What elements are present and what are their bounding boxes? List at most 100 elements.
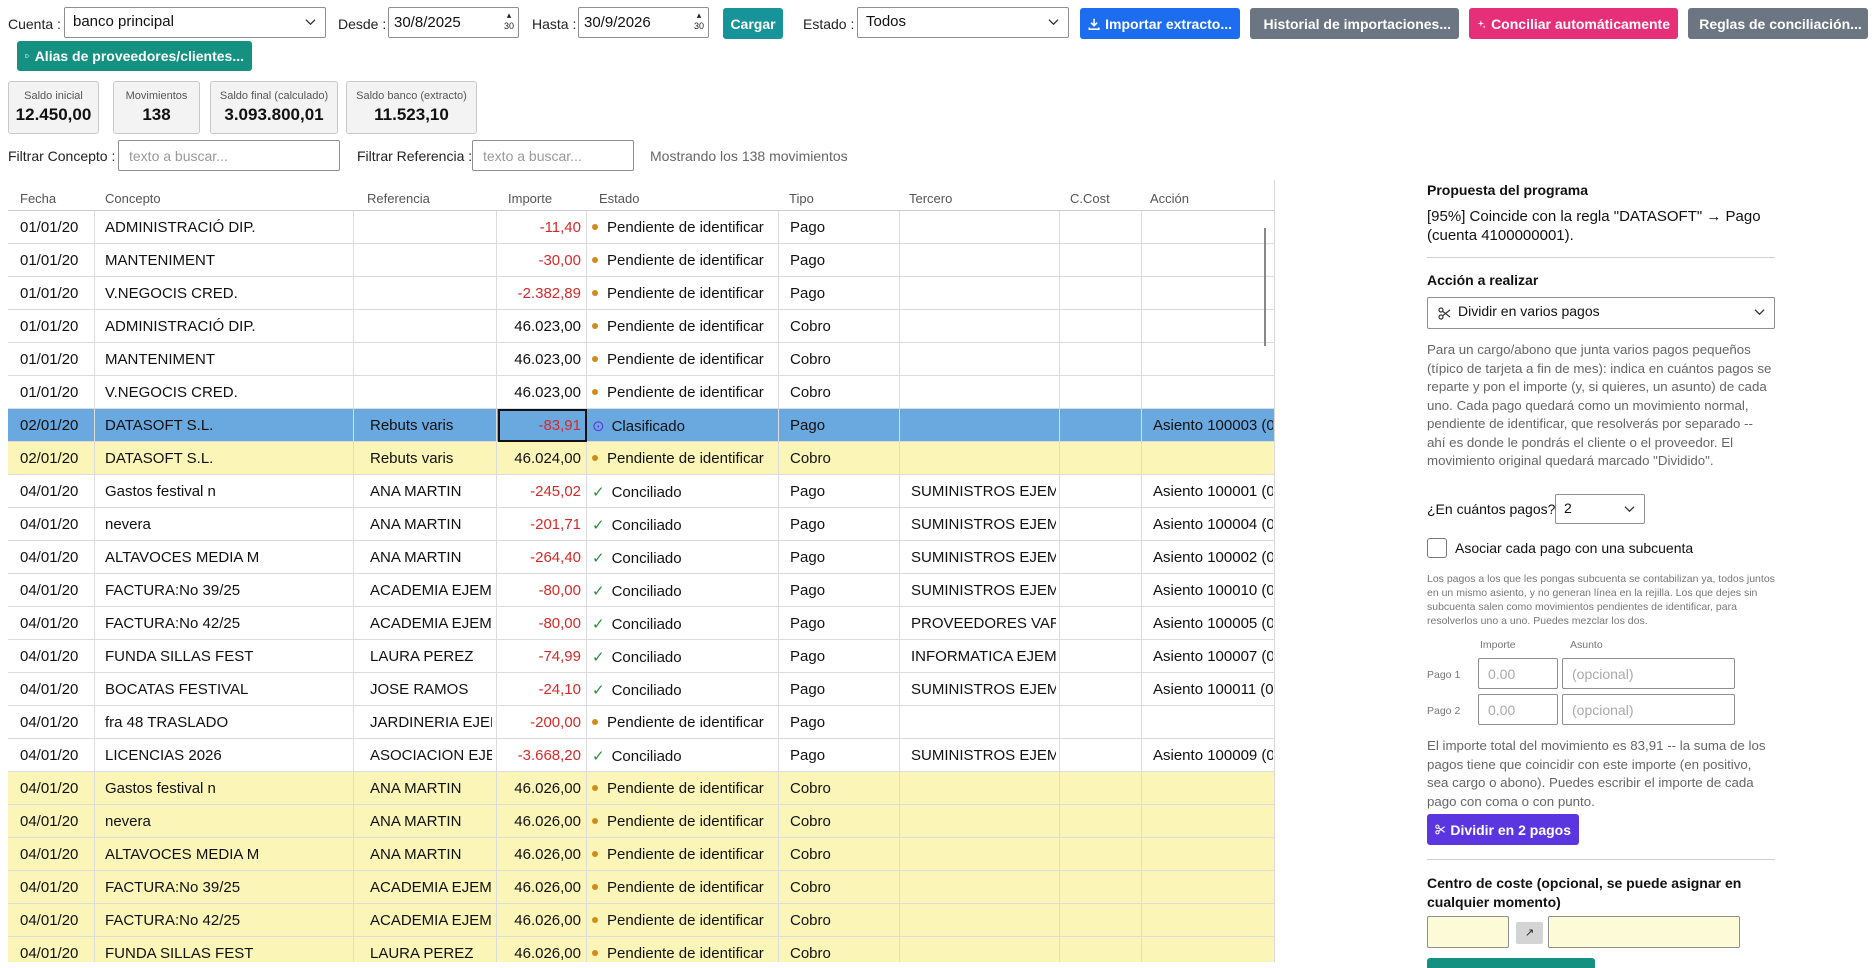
centro-coste-code-input[interactable]: [1427, 916, 1509, 948]
table-row[interactable]: 01/01/20 MANTENIMENT 46.023,00 Pendiente de…: [8, 343, 1274, 376]
column-divider: [496, 772, 497, 804]
table-row[interactable]: 04/01/20 fra 48 TRASLADO JARDINERIA EJEM -2…: [8, 706, 1274, 739]
col-accion[interactable]: Acción: [1150, 191, 1189, 206]
column-divider: [899, 805, 900, 837]
column-divider: [353, 607, 354, 639]
table-row[interactable]: 04/01/20 FACTURA:No 39/25 ACADEMIA EJEMPL -…: [8, 574, 1274, 607]
cell-estado: Pendiente de identificar: [592, 846, 774, 863]
table-scrollbar[interactable]: [1264, 228, 1266, 346]
column-divider: [899, 607, 900, 639]
column-divider: [586, 475, 587, 507]
pending-dot-icon: [592, 851, 598, 858]
table-row[interactable]: 01/01/20 V.NEGOCIS CRED. 46.023,00 Pendient…: [8, 376, 1274, 409]
col-fecha[interactable]: Fecha: [20, 191, 56, 206]
column-divider: [496, 574, 497, 606]
cell-tipo: Pago: [790, 582, 826, 599]
pago2-asunto-input[interactable]: (opcional): [1562, 694, 1735, 725]
table-row[interactable]: 04/01/20 FACTURA:No 42/25 ACADEMIA EJEMPL -…: [8, 607, 1274, 640]
table-row[interactable]: 04/01/20 nevera ANA MARTIN 46.026,00 Pendien…: [8, 805, 1274, 838]
col-ccost[interactable]: C.Cost: [1070, 191, 1110, 206]
hasta-date-input[interactable]: 30/9/2026 ▴ 30: [578, 7, 709, 38]
col-importe[interactable]: Importe: [508, 191, 552, 206]
cuantos-select[interactable]: 2: [1555, 494, 1645, 524]
column-divider: [353, 772, 354, 804]
column-divider: [778, 838, 779, 870]
accion-select[interactable]: Dividir en varios pagos: [1427, 297, 1775, 329]
cell-accion: Asiento 100001 (0: [1153, 483, 1273, 500]
pending-dot-icon: [592, 719, 598, 726]
cell-estado: ✓ Conciliado: [592, 615, 774, 633]
centro-coste-name-input[interactable]: [1548, 916, 1740, 948]
table-row[interactable]: 02/01/20 DATASOFT S.L. Rebuts varis 46.024,…: [8, 442, 1274, 475]
col-concepto[interactable]: Concepto: [105, 191, 161, 206]
table-row[interactable]: 04/01/20 FUNDA SILLAS FEST LAURA PEREZ -74,…: [8, 640, 1274, 673]
table-row[interactable]: 04/01/20 nevera ANA MARTIN -201,71 ✓ Concilia…: [8, 508, 1274, 541]
date-spinner[interactable]: ▴ 30: [504, 10, 514, 32]
asociar-checkbox[interactable]: [1427, 538, 1447, 558]
cell-fecha: 02/01/20: [20, 417, 79, 434]
historial-button[interactable]: Historial de importaciones...: [1250, 8, 1459, 39]
conciliar-auto-button[interactable]: Conciliar automáticamente: [1469, 8, 1678, 39]
column-divider: [778, 607, 779, 639]
desde-date-input[interactable]: 30/8/2025 ▴ 30: [388, 7, 519, 38]
table-row[interactable]: 04/01/20 FACTURA:No 42/25 ACADEMIA EJEMPL 4…: [8, 904, 1274, 937]
column-divider: [586, 640, 587, 672]
assign-button-partial[interactable]: [1427, 958, 1595, 968]
table-row[interactable]: 04/01/20 Gastos festival n ANA MARTIN -245,…: [8, 475, 1274, 508]
table-row[interactable]: 04/01/20 LICENCIAS 2026 ASOCIACION EJEM -3.…: [8, 739, 1274, 772]
col-tercero[interactable]: Tercero: [909, 191, 952, 206]
arrow-icon[interactable]: ↗: [1516, 922, 1543, 944]
alias-button[interactable]: Alias de proveedores/clientes...: [17, 41, 252, 71]
cell-referencia: ANA MARTIN: [370, 516, 462, 533]
table-row[interactable]: 01/01/20 V.NEGOCIS CRED. -2.382,89 Pendient…: [8, 277, 1274, 310]
estado-text: Clasificado: [611, 418, 685, 435]
table-row[interactable]: 04/01/20 ALTAVOCES MEDIA M ANA MARTIN 46.02…: [8, 838, 1274, 871]
reglas-button[interactable]: Reglas de conciliación...: [1688, 8, 1868, 39]
column-divider: [1141, 739, 1142, 771]
pago2-importe-input[interactable]: 0.00: [1478, 694, 1558, 725]
column-divider: [899, 211, 900, 243]
importar-extracto-button[interactable]: Importar extracto...: [1080, 8, 1240, 39]
hasta-date-value: 30/9/2026: [584, 14, 651, 31]
cell-importe: -74,99: [538, 648, 581, 665]
table-row[interactable]: 01/01/20 ADMINISTRACIÓ DIP. 46.023,00 Pendi…: [8, 310, 1274, 343]
table-row[interactable]: 04/01/20 ALTAVOCES MEDIA M ANA MARTIN -264,…: [8, 541, 1274, 574]
cell-tercero: SUMINISTROS EJEMPL: [911, 582, 1056, 599]
table-row[interactable]: 01/01/20 ADMINISTRACIÓ DIP. -11,40 Pendient…: [8, 211, 1274, 244]
col-estado[interactable]: Estado: [599, 191, 639, 206]
col-tipo[interactable]: Tipo: [789, 191, 814, 206]
importar-extracto-label: Importar extracto...: [1105, 15, 1232, 32]
column-divider: [899, 541, 900, 573]
column-divider: [1141, 475, 1142, 507]
estado-text: Pendiente de identificar: [607, 351, 764, 368]
cell-tipo: Pago: [790, 285, 826, 302]
column-divider: [94, 475, 95, 507]
cuenta-select[interactable]: banco principal: [64, 7, 326, 38]
date-spinner[interactable]: ▴ 30: [694, 10, 704, 32]
table-row[interactable]: 01/01/20 MANTENIMENT -30,00 Pendiente de id…: [8, 244, 1274, 277]
cell-tercero: PROVEEDORES VARI: [911, 615, 1056, 632]
estado-text: Conciliado: [611, 550, 682, 567]
table-row[interactable]: 04/01/20 FUNDA SILLAS FEST LAURA PEREZ 46.0…: [8, 937, 1274, 962]
table-row[interactable]: 04/01/20 BOCATAS FESTIVAL JOSE RAMOS -24,10…: [8, 673, 1274, 706]
pago1-asunto-input[interactable]: (opcional): [1562, 658, 1735, 689]
table-row[interactable]: 04/01/20 FACTURA:No 39/25 ACADEMIA EJEMPL 4…: [8, 871, 1274, 904]
filtrar-concepto-label: Filtrar Concepto :: [8, 148, 116, 164]
column-divider: [353, 343, 354, 375]
chevron-down-icon: [1754, 309, 1765, 316]
filtrar-referencia-input[interactable]: texto a buscar...: [472, 140, 634, 171]
pending-dot-icon: [592, 884, 598, 891]
pago1-importe-input[interactable]: 0.00: [1478, 658, 1558, 689]
cell-importe: 46.026,00: [514, 945, 581, 962]
table-row[interactable]: 04/01/20 Gastos festival n ANA MARTIN 46.02…: [8, 772, 1274, 805]
estado-select[interactable]: Todos: [857, 7, 1069, 38]
cell-referencia: LAURA PEREZ: [370, 945, 474, 962]
column-divider: [899, 673, 900, 705]
cargar-button[interactable]: Cargar: [723, 8, 783, 39]
table-row[interactable]: 02/01/20 DATASOFT S.L. Rebuts varis -83,91 ⊙…: [8, 409, 1274, 442]
filtrar-concepto-input[interactable]: texto a buscar...: [118, 140, 340, 171]
column-divider: [778, 541, 779, 573]
dividir-button[interactable]: Dividir en 2 pagos: [1427, 814, 1579, 845]
column-divider: [899, 772, 900, 804]
col-referencia[interactable]: Referencia: [367, 191, 430, 206]
